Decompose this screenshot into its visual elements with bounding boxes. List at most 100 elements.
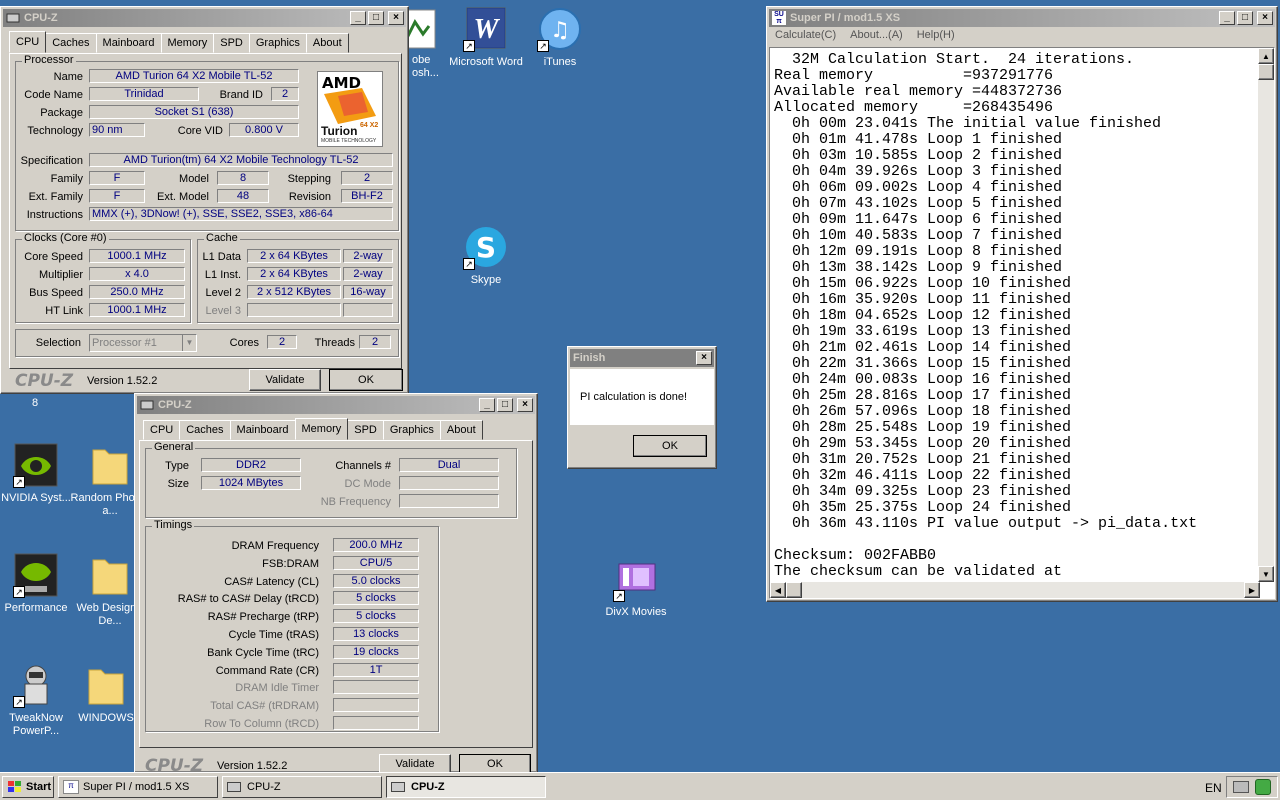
- output-line: 0h 04m 39.926s Loop 3 finished: [774, 163, 1063, 180]
- horizontal-scrollbar[interactable]: ◀ ▶: [770, 582, 1260, 598]
- name-value: AMD Turion 64 X2 Mobile TL-52: [89, 69, 299, 83]
- minimize-button[interactable]: _: [479, 398, 495, 412]
- start-button[interactable]: Start: [2, 776, 54, 798]
- menu-help[interactable]: Help(H): [917, 29, 955, 47]
- menu-about[interactable]: About...(A): [850, 29, 903, 47]
- timing-label: Row To Column (tRCD): [204, 718, 319, 730]
- title-bar[interactable]: CPU-Z _ □ ×: [137, 396, 535, 414]
- tab-caches[interactable]: Caches: [45, 33, 97, 53]
- desktop-icon-itunes[interactable]: ♫ ↗ iTunes: [520, 6, 600, 69]
- scroll-up-button[interactable]: ▲: [1258, 48, 1274, 64]
- taskbar-item-superpi[interactable]: π Super PI / mod1.5 XS: [58, 776, 218, 798]
- language-indicator[interactable]: EN: [1205, 781, 1222, 795]
- maximize-button[interactable]: □: [1237, 11, 1253, 25]
- scroll-thumb[interactable]: [1258, 64, 1274, 80]
- validate-button[interactable]: Validate: [379, 754, 451, 774]
- window-title: Super PI / mod1.5 XS: [790, 12, 901, 24]
- timing-label: DRAM Frequency: [231, 540, 319, 552]
- instructions-label: Instructions: [26, 209, 83, 221]
- svg-text:S: S: [476, 231, 496, 264]
- type-label: Type: [165, 460, 189, 472]
- tab-about[interactable]: About: [439, 420, 483, 440]
- scroll-thumb[interactable]: [786, 582, 802, 598]
- cpuz-cpu-window[interactable]: CPU-Z _ □ × CPU Caches Mainboard Memory …: [0, 6, 409, 394]
- desktop-icon-nvidia[interactable]: ↗ NVIDIA Syst...: [0, 442, 76, 505]
- extfamily-value: F: [89, 189, 145, 203]
- output-area[interactable]: 32M Calculation Start. 24 iterations. Rea…: [769, 47, 1275, 599]
- timing-label: Command Rate (CR): [215, 664, 319, 677]
- tab-spd[interactable]: SPD: [347, 420, 384, 440]
- maximize-button[interactable]: □: [368, 11, 384, 25]
- tab-about[interactable]: About: [305, 33, 349, 53]
- timing-value: 5 clocks: [333, 609, 419, 624]
- superpi-icon: SU π: [772, 11, 786, 25]
- minimize-button[interactable]: _: [1219, 11, 1235, 25]
- tab-spd[interactable]: SPD: [213, 33, 250, 53]
- maximize-button[interactable]: □: [497, 398, 513, 412]
- tab-cpu[interactable]: CPU: [143, 420, 181, 440]
- channels-value: Dual: [399, 458, 499, 472]
- desktop-icon-performance[interactable]: ↗ Performance: [0, 552, 76, 615]
- ok-button[interactable]: OK: [633, 435, 707, 457]
- desktop-icon-divx[interactable]: ↗ DivX Movies: [596, 556, 676, 619]
- extfamily-label: Ext. Family: [28, 191, 83, 203]
- ok-button[interactable]: OK: [329, 369, 403, 391]
- close-button[interactable]: ×: [1257, 11, 1273, 25]
- tab-caches[interactable]: Caches: [179, 420, 231, 440]
- scroll-right-button[interactable]: ▶: [1244, 582, 1260, 598]
- output-line: 0h 28m 25.548s Loop 19 finished: [774, 419, 1072, 436]
- desktop-icon-label: TweakNow PowerP...: [9, 712, 63, 737]
- keyboard-icon[interactable]: [1233, 781, 1249, 793]
- level3-label: Level 3: [205, 305, 241, 317]
- scroll-left-button[interactable]: ◀: [770, 582, 786, 598]
- desktop-label: 8: [32, 397, 39, 409]
- version-label: Version 1.52.2: [217, 760, 288, 772]
- brandid-value: 2: [271, 87, 299, 101]
- timing-value: [333, 716, 419, 730]
- window-title: CPU-Z: [24, 12, 58, 24]
- output-line: 0h 21m 02.461s Loop 14 finished: [774, 339, 1072, 356]
- size-value: 1024 MBytes: [201, 476, 301, 490]
- technology-label: Technology: [27, 125, 83, 137]
- title-bar[interactable]: CPU-Z _ □ ×: [3, 9, 406, 27]
- processor-select[interactable]: Processor #1 ▼: [89, 334, 197, 352]
- ok-button[interactable]: OK: [459, 754, 531, 774]
- title-bar[interactable]: Finish ×: [570, 349, 714, 367]
- finish-dialog[interactable]: Finish × PI calculation is done! OK: [567, 346, 717, 469]
- level2-label: Level 2: [205, 287, 241, 299]
- output-line: 0h 16m 35.920s Loop 11 finished: [774, 291, 1072, 308]
- desktop-icon-label: Performance: [4, 602, 68, 614]
- close-button[interactable]: ×: [696, 351, 712, 365]
- tab-graphics[interactable]: Graphics: [382, 420, 441, 440]
- tab-memory[interactable]: Memory: [294, 418, 349, 440]
- validate-button[interactable]: Validate: [249, 369, 321, 391]
- tab-cpu[interactable]: CPU: [9, 31, 47, 53]
- desktop-icon-skype[interactable]: S ↗ Skype: [446, 224, 526, 287]
- menu-calculate[interactable]: Calculate(C): [775, 29, 836, 47]
- desktop-icon-label: Microsoft Word: [449, 56, 523, 68]
- tab-graphics[interactable]: Graphics: [248, 33, 307, 53]
- vertical-scrollbar[interactable]: ▲ ▼: [1258, 48, 1274, 582]
- taskbar: Start π Super PI / mod1.5 XS CPU-Z CPU-Z…: [0, 772, 1280, 800]
- cpuz-memory-window[interactable]: CPU-Z _ □ × CPU Caches Mainboard Memory …: [134, 393, 538, 776]
- taskbar-item-cpuz-2[interactable]: CPU-Z: [386, 776, 546, 798]
- desktop-icon-word[interactable]: W ↗ Microsoft Word: [446, 6, 526, 69]
- minimize-button[interactable]: _: [350, 11, 366, 25]
- output-line: 0h 34m 09.325s Loop 23 finished: [774, 483, 1072, 500]
- tab-mainboard[interactable]: Mainboard: [229, 420, 296, 440]
- model-label: Model: [179, 173, 209, 185]
- scroll-down-button[interactable]: ▼: [1258, 566, 1274, 582]
- tab-mainboard[interactable]: Mainboard: [95, 33, 162, 53]
- close-button[interactable]: ×: [517, 398, 533, 412]
- chevron-down-icon[interactable]: ▼: [182, 335, 196, 351]
- superpi-window[interactable]: SU π Super PI / mod1.5 XS _ □ × Calculate…: [766, 6, 1278, 602]
- close-button[interactable]: ×: [388, 11, 404, 25]
- timing-label: RAS# to CAS# Delay (tRCD): [177, 593, 319, 606]
- taskbar-item-cpuz-1[interactable]: CPU-Z: [222, 776, 382, 798]
- security-shield-icon[interactable]: [1255, 779, 1271, 795]
- desktop-icon-tweaknow[interactable]: ↗ TweakNow PowerP...: [0, 662, 76, 738]
- title-bar[interactable]: SU π Super PI / mod1.5 XS _ □ ×: [769, 9, 1275, 27]
- output-line: 0h 18m 04.652s Loop 12 finished: [774, 307, 1072, 324]
- tab-memory[interactable]: Memory: [160, 33, 215, 53]
